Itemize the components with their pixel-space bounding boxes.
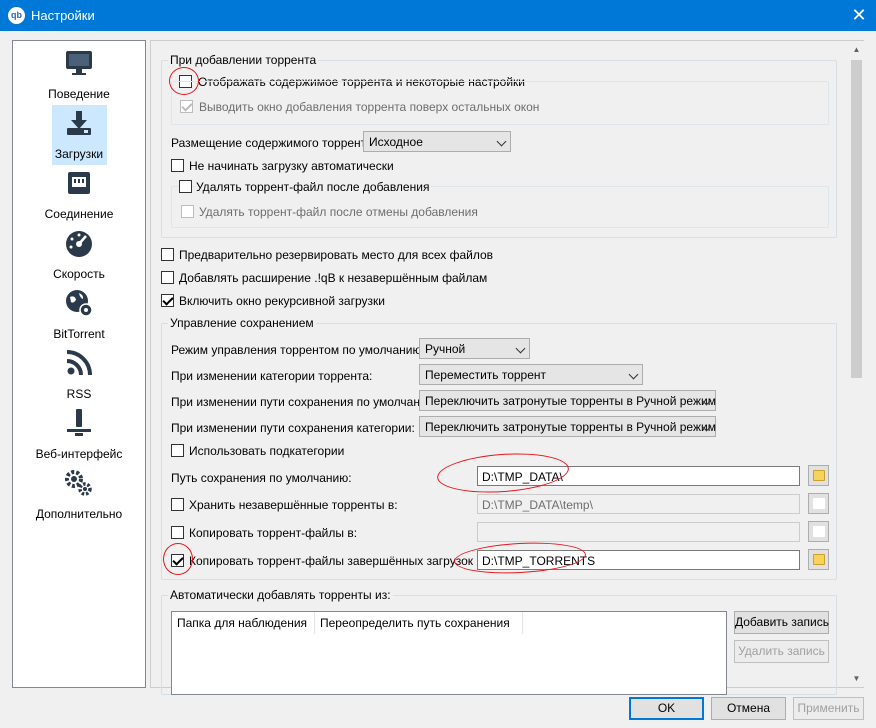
sidebar-item-label: Веб-интерфейс [35, 447, 123, 461]
copy-torrents-path-input[interactable] [477, 522, 800, 542]
sidebar-item-advanced[interactable]: Дополнительно [13, 465, 145, 525]
remove-watch-folder-button[interactable]: Удалить запись [734, 640, 829, 663]
layout-combo[interactable]: Исходное [363, 131, 511, 152]
default-mode-combo[interactable]: Ручной [419, 338, 530, 359]
default-path-browse-button[interactable] [808, 465, 829, 486]
sidebar-item-connection[interactable]: Соединение [13, 165, 145, 225]
on-top-label: Выводить окно добавления торрента поверх… [199, 100, 540, 114]
copy-finished-label: Копировать торрент-файлы завершённых заг… [189, 554, 487, 568]
preallocate-label: Предварительно резервировать место для в… [179, 248, 494, 262]
globe-gear-icon [66, 290, 93, 317]
category-path-change-value: Переключить затронутые торренты в Ручной… [425, 420, 716, 434]
window-title: Настройки [31, 8, 95, 23]
cancel-button[interactable]: Отмена [711, 697, 786, 720]
sidebar-item-label: Дополнительно [35, 507, 123, 521]
delete-after-add-label: Удалять торрент-файл после добавления [196, 180, 432, 194]
scroll-down-icon[interactable]: ▼ [849, 671, 864, 686]
sidebar-item-bittorrent[interactable]: BitTorrent [13, 285, 145, 345]
category-change-value: Переместить торрент [425, 368, 547, 382]
on-add-group-title: При добавлении торрента [168, 53, 319, 67]
copy-finished-browse-button[interactable] [808, 549, 829, 570]
category-path-change-combo[interactable]: Переключить затронутые торренты в Ручной… [419, 416, 716, 437]
sidebar-item-label: BitTorrent [53, 327, 105, 341]
default-mode-value: Ручной [425, 342, 466, 356]
chevron-down-icon [628, 369, 639, 380]
chevron-down-icon [496, 136, 507, 147]
copy-torrents-checkbox[interactable] [171, 526, 184, 539]
default-path-label: Путь сохранения по умолчанию: [171, 471, 352, 485]
default-mode-label: Режим управления торрентом по умолчанию: [171, 343, 425, 357]
default-path-change-value: Переключить затронутые торренты в Ручной… [425, 394, 716, 408]
layout-label: Размещение содержимого торрента: [171, 136, 377, 150]
apply-button[interactable]: Применить [793, 697, 864, 720]
incomplete-label: Хранить незавершённые торренты в: [189, 498, 398, 512]
delete-after-add-checkbox[interactable] [179, 180, 192, 193]
sidebar-item-label: Загрузки [54, 147, 104, 161]
delete-after-cancel-checkbox[interactable] [181, 205, 194, 218]
append-ext-label: Добавлять расширение .!qB к незавершённы… [179, 271, 488, 285]
gears-icon [65, 470, 92, 496]
use-subcategories-label: Использовать подкатегории [189, 444, 345, 458]
annotation-circle-copy-finished [163, 543, 193, 575]
copy-torrents-label: Копировать торрент-файлы в: [189, 526, 358, 540]
delete-after-cancel-label: Удалять торрент-файл после отмены добавл… [199, 205, 478, 219]
on-top-checkbox[interactable] [180, 100, 193, 113]
download-icon [67, 111, 91, 135]
incomplete-checkbox[interactable] [171, 498, 184, 511]
incomplete-path-browse-button[interactable] [808, 493, 829, 514]
append-ext-checkbox[interactable] [161, 271, 174, 284]
layout-value: Исходное [369, 135, 423, 149]
ok-button[interactable]: OK [629, 697, 704, 720]
sidebar-item-behavior[interactable]: Поведение [13, 45, 145, 105]
sidebar-item-label: RSS [66, 387, 92, 401]
recursive-label: Включить окно рекурсивной загрузки [179, 294, 385, 308]
sidebar-item-web-ui[interactable]: Веб-интерфейс [13, 405, 145, 465]
no-autostart-label: Не начинать загрузку автоматически [189, 159, 394, 173]
web-ui-icon [67, 409, 91, 436]
folder-icon [813, 554, 825, 565]
chevron-down-icon [515, 343, 526, 354]
default-path-change-label: При изменении пути сохранения по умолчан… [171, 395, 440, 409]
rss-icon [66, 350, 92, 376]
incomplete-path-input[interactable]: D:\TMP_DATA\temp\ [477, 494, 800, 514]
close-button[interactable]: ✕ [846, 3, 872, 28]
saving-group-title: Управление сохранением [168, 316, 316, 330]
app-logo-icon: qb [8, 7, 25, 24]
preallocate-checkbox[interactable] [161, 248, 174, 261]
copy-torrents-browse-button[interactable] [808, 521, 829, 542]
category-change-combo[interactable]: Переместить торрент [419, 364, 643, 385]
scroll-up-icon[interactable]: ▲ [849, 42, 864, 57]
category-path-change-label: При изменении пути сохранения категории: [171, 421, 415, 435]
add-watch-folder-button[interactable]: Добавить запись [734, 611, 829, 634]
monitor-icon [66, 51, 92, 75]
folder-icon [813, 498, 825, 509]
scrollbar-thumb[interactable] [851, 60, 862, 378]
recursive-checkbox[interactable] [161, 294, 174, 307]
no-autostart-checkbox[interactable] [171, 159, 184, 172]
sidebar-item-label: Поведение [48, 87, 110, 101]
sidebar-item-downloads[interactable]: Загрузки [13, 105, 145, 165]
watch-folders-table[interactable]: Папка для наблюдения Переопределить путь… [171, 611, 727, 695]
sidebar-item-rss[interactable]: RSS [13, 345, 145, 405]
sidebar: Поведение Загрузки Соединение Скорость B… [12, 40, 146, 688]
sidebar-item-speed[interactable]: Скорость [13, 225, 145, 285]
sidebar-item-label: Соединение [44, 207, 114, 221]
use-subcategories-checkbox[interactable] [171, 444, 184, 457]
network-icon [68, 172, 90, 194]
speedometer-icon [66, 231, 92, 257]
folder-icon [813, 526, 825, 537]
sidebar-item-label: Скорость [53, 267, 105, 281]
annotation-circle-show-content [169, 67, 199, 95]
watch-group-title: Автоматически добавлять торренты из: [168, 588, 393, 602]
title-bar: qb Настройки ✕ [0, 0, 876, 31]
column-header-folder[interactable]: Папка для наблюдения [172, 612, 315, 634]
category-change-label: При изменении категории торрента: [171, 369, 373, 383]
default-path-change-combo[interactable]: Переключить затронутые торренты в Ручной… [419, 390, 716, 411]
column-header-override-path[interactable]: Переопределить путь сохранения [315, 612, 523, 634]
folder-icon [813, 470, 825, 481]
